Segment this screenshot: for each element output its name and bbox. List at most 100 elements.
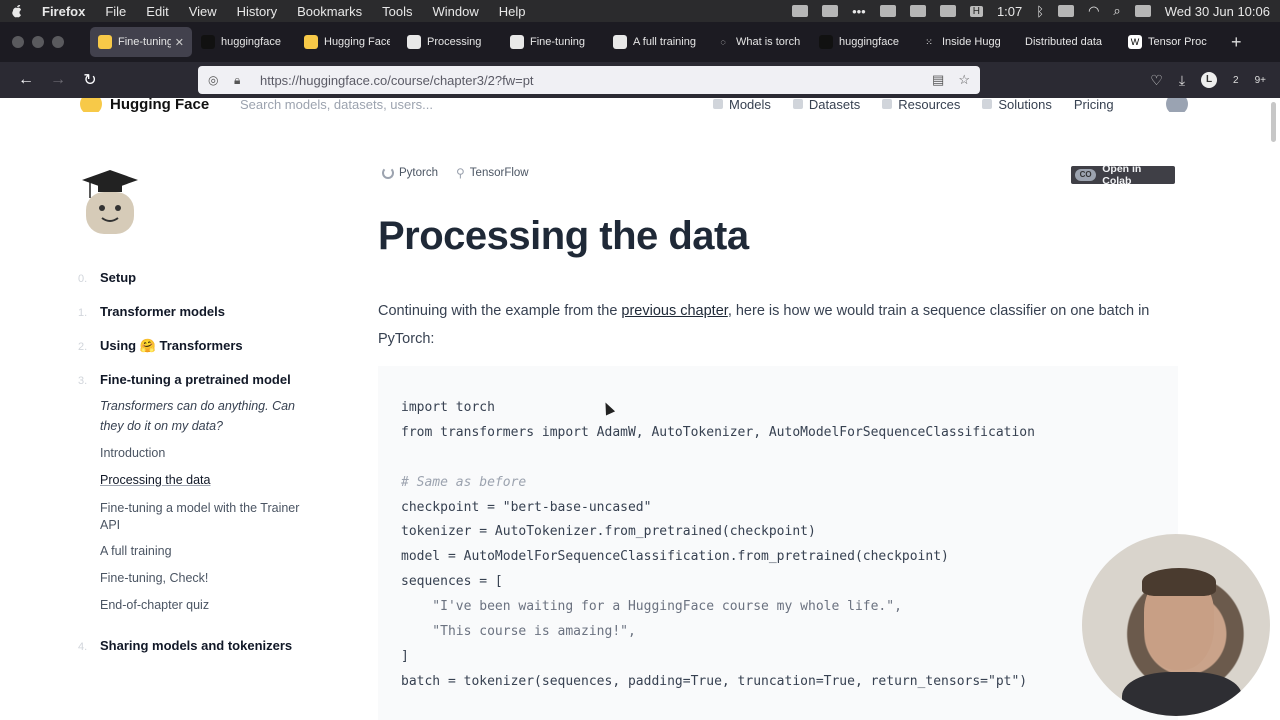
loading-icon: ◌ [720, 37, 726, 47]
zoom-window-button[interactable] [52, 36, 64, 48]
menu-tools[interactable]: Tools [382, 4, 412, 19]
menu-view[interactable]: View [189, 4, 217, 19]
solutions-icon [982, 99, 993, 109]
minimize-window-button[interactable] [32, 36, 44, 48]
url-text[interactable]: https://huggingface.co/course/chapter3/2… [260, 73, 918, 88]
browser-tab[interactable]: Hugging Face [296, 27, 398, 57]
code-line: import torch [401, 400, 495, 415]
hf-search-input[interactable]: Search models, datasets, users... [240, 98, 433, 112]
tab-label: huggingface [221, 36, 281, 48]
reader-view-icon[interactable]: ▤ [932, 72, 944, 88]
downloads-icon[interactable]: ⤓ [1179, 72, 1185, 89]
tab-label: Inside Hugg [942, 36, 1001, 48]
menu-history[interactable]: History [237, 4, 277, 19]
apple-icon[interactable] [10, 4, 24, 18]
cloud-upload-icon[interactable] [879, 5, 896, 17]
address-bar[interactable]: ◎ 🔒︎ https://huggingface.co/course/chapt… [198, 66, 980, 94]
toc-section-trainer-api[interactable]: Fine-tuning a model with the Trainer API [100, 500, 300, 534]
colab-icon [510, 35, 524, 49]
pocket-icon[interactable]: ♡ [1150, 72, 1163, 89]
toc-chapter-transformer-models[interactable]: 1. Transformer models [78, 304, 225, 319]
reload-button[interactable]: ↻ [74, 70, 106, 90]
bluetooth-icon[interactable]: ᛒ [1036, 4, 1044, 19]
control-center-icon[interactable] [1134, 5, 1151, 17]
toolbar-right: ♡ ⤓ L 2 9+ [1150, 72, 1266, 89]
browser-tab[interactable]: W Tensor Proc [1120, 27, 1222, 57]
nav-solutions[interactable]: Solutions [982, 98, 1052, 112]
toc-section-fine-tuning-check[interactable]: Fine-tuning, Check! [100, 571, 208, 585]
browser-tab[interactable]: Fine-tuning ✕ [90, 27, 192, 57]
nav-pricing[interactable]: Pricing [1074, 98, 1114, 112]
browser-tab[interactable]: huggingface [193, 27, 295, 57]
browser-tab[interactable]: Fine-tuning [502, 27, 604, 57]
toc-chapter-label: Transformer models [100, 304, 225, 319]
h-badge[interactable]: H [969, 5, 983, 17]
toc-section-quiz[interactable]: End-of-chapter quiz [100, 598, 209, 612]
battery-icon[interactable] [1058, 5, 1075, 17]
nav-models[interactable]: Models [713, 98, 771, 112]
hf-icon [304, 35, 318, 49]
open-in-colab-button[interactable]: CO Open in Colab [1071, 163, 1175, 187]
tab-label: Processing [427, 36, 482, 48]
bookmark-star-icon[interactable]: ☆ [958, 72, 970, 88]
tensorflow-toggle[interactable]: ⚲ TensorFlow [456, 166, 529, 180]
new-tab-button[interactable]: + [1231, 32, 1242, 53]
nav-datasets[interactable]: Datasets [792, 98, 860, 112]
user-avatar[interactable] [1166, 98, 1188, 112]
toc-chapter-using-transformers[interactable]: 2. Using 🤗 Transformers [78, 338, 243, 354]
browser-tab[interactable]: A full training [605, 27, 707, 57]
account-avatar[interactable]: L [1201, 72, 1218, 88]
menu-app-name[interactable]: Firefox [42, 4, 85, 19]
toc-chapter-intro: Transformers can do anything. Can they d… [100, 399, 296, 433]
code-block[interactable]: import torch from transformers import Ada… [378, 366, 1178, 720]
code-line: tokenizer = AutoTokenizer.from_pretraine… [401, 524, 816, 540]
hf-logo[interactable]: Hugging Face [80, 98, 209, 112]
toc-section-processing-the-data[interactable]: Processing the data [100, 473, 211, 487]
menu-edit[interactable]: Edit [146, 4, 168, 19]
browser-tab[interactable]: ⁙ Inside Hugg [914, 27, 1016, 57]
browser-tab[interactable]: huggingface [811, 27, 913, 57]
close-window-button[interactable] [12, 36, 24, 48]
resources-icon [882, 99, 893, 109]
menu-bookmarks[interactable]: Bookmarks [297, 4, 362, 19]
clock[interactable]: Wed 30 Jun 10:06 [1165, 4, 1270, 19]
toc-chapter-fine-tuning[interactable]: 3. Fine-tuning a pretrained model [78, 372, 291, 387]
code-line: # Same as before [401, 474, 527, 490]
extensions-badge[interactable]: 9+ [1255, 75, 1266, 86]
browser-tab[interactable]: Processing [399, 27, 501, 57]
status-icon[interactable] [792, 5, 809, 17]
timer-text[interactable]: 1:07 [997, 4, 1022, 19]
back-button[interactable]: ← [10, 71, 42, 89]
spotlight-search-icon[interactable]: ⌕ [1113, 3, 1120, 19]
toc-chapter-setup[interactable]: 0. Setup [78, 270, 136, 285]
page-title: Processing the data [378, 214, 749, 258]
previous-chapter-link[interactable]: previous chapter [621, 303, 727, 319]
browser-tab[interactable]: ◌ What is torch [708, 27, 810, 57]
screen-share-icon[interactable] [822, 5, 839, 17]
forward-button[interactable]: → [42, 71, 74, 89]
layout-icon[interactable] [909, 5, 926, 17]
pytorch-toggle[interactable]: Pytorch [382, 166, 438, 180]
menu-window[interactable]: Window [433, 4, 479, 19]
vlc-icon[interactable] [939, 5, 956, 17]
lock-icon[interactable]: 🔒︎ [234, 73, 248, 88]
browser-tab[interactable]: Distributed data [1017, 27, 1119, 57]
menu-help[interactable]: Help [499, 4, 526, 19]
menu-file[interactable]: File [105, 4, 126, 19]
toc-chapter-sharing-models[interactable]: 4. Sharing models and tokenizers [78, 638, 292, 653]
nav-resources[interactable]: Resources [882, 98, 960, 112]
more-icon[interactable]: ••• [852, 4, 866, 19]
code-line: checkpoint = "bert-base-uncased" [401, 499, 652, 515]
page-scrollbar[interactable] [1271, 102, 1276, 142]
tracking-protection-icon[interactable]: ◎ [208, 73, 222, 87]
toc-section-full-training[interactable]: A full training [100, 544, 172, 558]
toc-chapter-number: 1. [78, 307, 88, 319]
downloads-count-badge[interactable]: 2 [1233, 75, 1239, 86]
code-line: batch = tokenizer(sequences, padding=Tru… [401, 673, 1028, 689]
close-tab-icon[interactable]: ✕ [175, 36, 184, 49]
toc-section-introduction[interactable]: Introduction [100, 446, 165, 460]
wifi-icon[interactable]: ◠ [1088, 3, 1099, 19]
toc-chapter-label: Fine-tuning a pretrained model [100, 372, 291, 387]
nav-resources-label: Resources [898, 98, 961, 112]
